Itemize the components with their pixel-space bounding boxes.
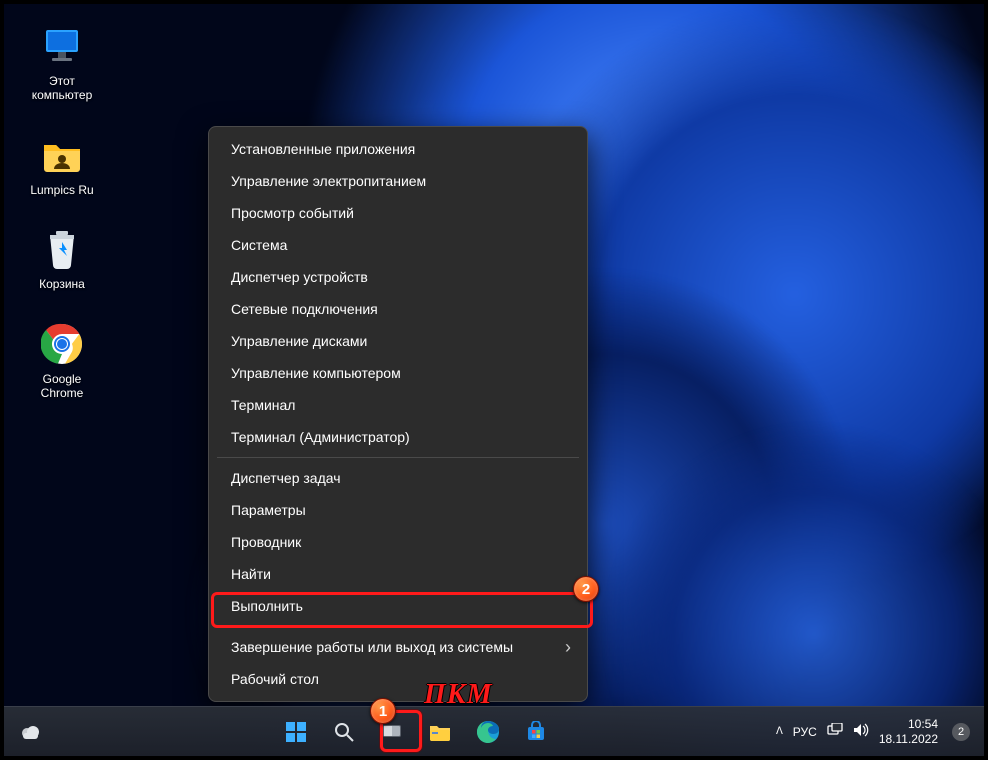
desktop-icon-lumpics[interactable]: Lumpics Ru <box>16 131 108 197</box>
desktop-icon-label: Этоткомпьютер <box>32 74 93 103</box>
winx-item-установленные-приложения[interactable]: Установленные приложения <box>209 133 587 165</box>
desktop-icon-chrome[interactable]: GoogleChrome <box>16 320 108 401</box>
start-context-menu: Установленные приложенияУправление элект… <box>208 126 588 702</box>
file-explorer-button[interactable] <box>419 711 461 753</box>
winx-item-терминал[interactable]: Терминал <box>209 389 587 421</box>
annotation-badge-1: 1 <box>370 698 396 724</box>
winx-item-управление-компьютером[interactable]: Управление компьютером <box>209 357 587 389</box>
winx-item-терминал-администратор[interactable]: Терминал (Администратор) <box>209 421 587 453</box>
winx-item-система[interactable]: Система <box>209 229 587 261</box>
winx-item-управление-электропитанием[interactable]: Управление электропитанием <box>209 165 587 197</box>
desktop-icon-label: GoogleChrome <box>41 372 84 401</box>
winx-item-сетевые-подключения[interactable]: Сетевые подключения <box>209 293 587 325</box>
start-button[interactable] <box>275 711 317 753</box>
winx-item-диспетчер-задач[interactable]: Диспетчер задач <box>209 462 587 494</box>
notification-count[interactable]: 2 <box>952 723 970 741</box>
recycle-bin-icon <box>38 225 86 273</box>
winx-item-параметры[interactable]: Параметры <box>209 494 587 526</box>
store-icon <box>525 721 547 743</box>
winx-item-рабочий-стол[interactable]: Рабочий стол <box>209 663 587 695</box>
winx-item-найти[interactable]: Найти <box>209 558 587 590</box>
winx-item-выполнить[interactable]: Выполнить <box>209 590 587 622</box>
weather-icon <box>19 721 41 743</box>
windows-icon <box>284 720 308 744</box>
explorer-icon <box>428 721 452 743</box>
winx-item-завершение-работы-или-выход-из-системы[interactable]: Завершение работы или выход из системы <box>209 631 587 663</box>
desktop-icon-label: Корзина <box>39 277 85 291</box>
clock-date: 18.11.2022 <box>879 732 938 747</box>
winx-item-управление-дисками[interactable]: Управление дисками <box>209 325 587 357</box>
tray-overflow-button[interactable]: ᐱ <box>776 726 783 737</box>
winx-item-диспетчер-устройств[interactable]: Диспетчер устройств <box>209 261 587 293</box>
winx-item-просмотр-событий[interactable]: Просмотр событий <box>209 197 587 229</box>
search-button[interactable] <box>323 711 365 753</box>
clock-time: 10:54 <box>879 717 938 732</box>
language-indicator[interactable]: РУС <box>793 725 817 739</box>
system-tray: ᐱ РУС 10:54 18.11.2022 2 <box>776 717 984 747</box>
annotation-badge-2: 2 <box>573 576 599 602</box>
winx-separator <box>217 626 579 627</box>
desktop-icons-area: Этоткомпьютер Lumpics Ru Корзина GoogleC… <box>16 22 108 400</box>
edge-icon <box>476 720 500 744</box>
winx-separator <box>217 457 579 458</box>
edge-button[interactable] <box>467 711 509 753</box>
taskbar-center <box>56 711 776 753</box>
annotation-pkm-label: ПКМ <box>424 679 493 711</box>
winx-item-проводник[interactable]: Проводник <box>209 526 587 558</box>
desktop-icon-recycle-bin[interactable]: Корзина <box>16 225 108 291</box>
network-icon[interactable] <box>827 723 843 740</box>
desktop-icon-this-pc[interactable]: Этоткомпьютер <box>16 22 108 103</box>
taskbar: ᐱ РУС 10:54 18.11.2022 2 <box>4 706 984 756</box>
clock[interactable]: 10:54 18.11.2022 <box>879 717 938 747</box>
search-icon <box>333 721 355 743</box>
folder-user-icon <box>38 131 86 179</box>
chrome-icon <box>38 320 86 368</box>
monitor-icon <box>38 22 86 70</box>
widgets-button[interactable] <box>9 711 51 753</box>
store-button[interactable] <box>515 711 557 753</box>
desktop-icon-label: Lumpics Ru <box>30 183 93 197</box>
volume-icon[interactable] <box>853 723 869 740</box>
